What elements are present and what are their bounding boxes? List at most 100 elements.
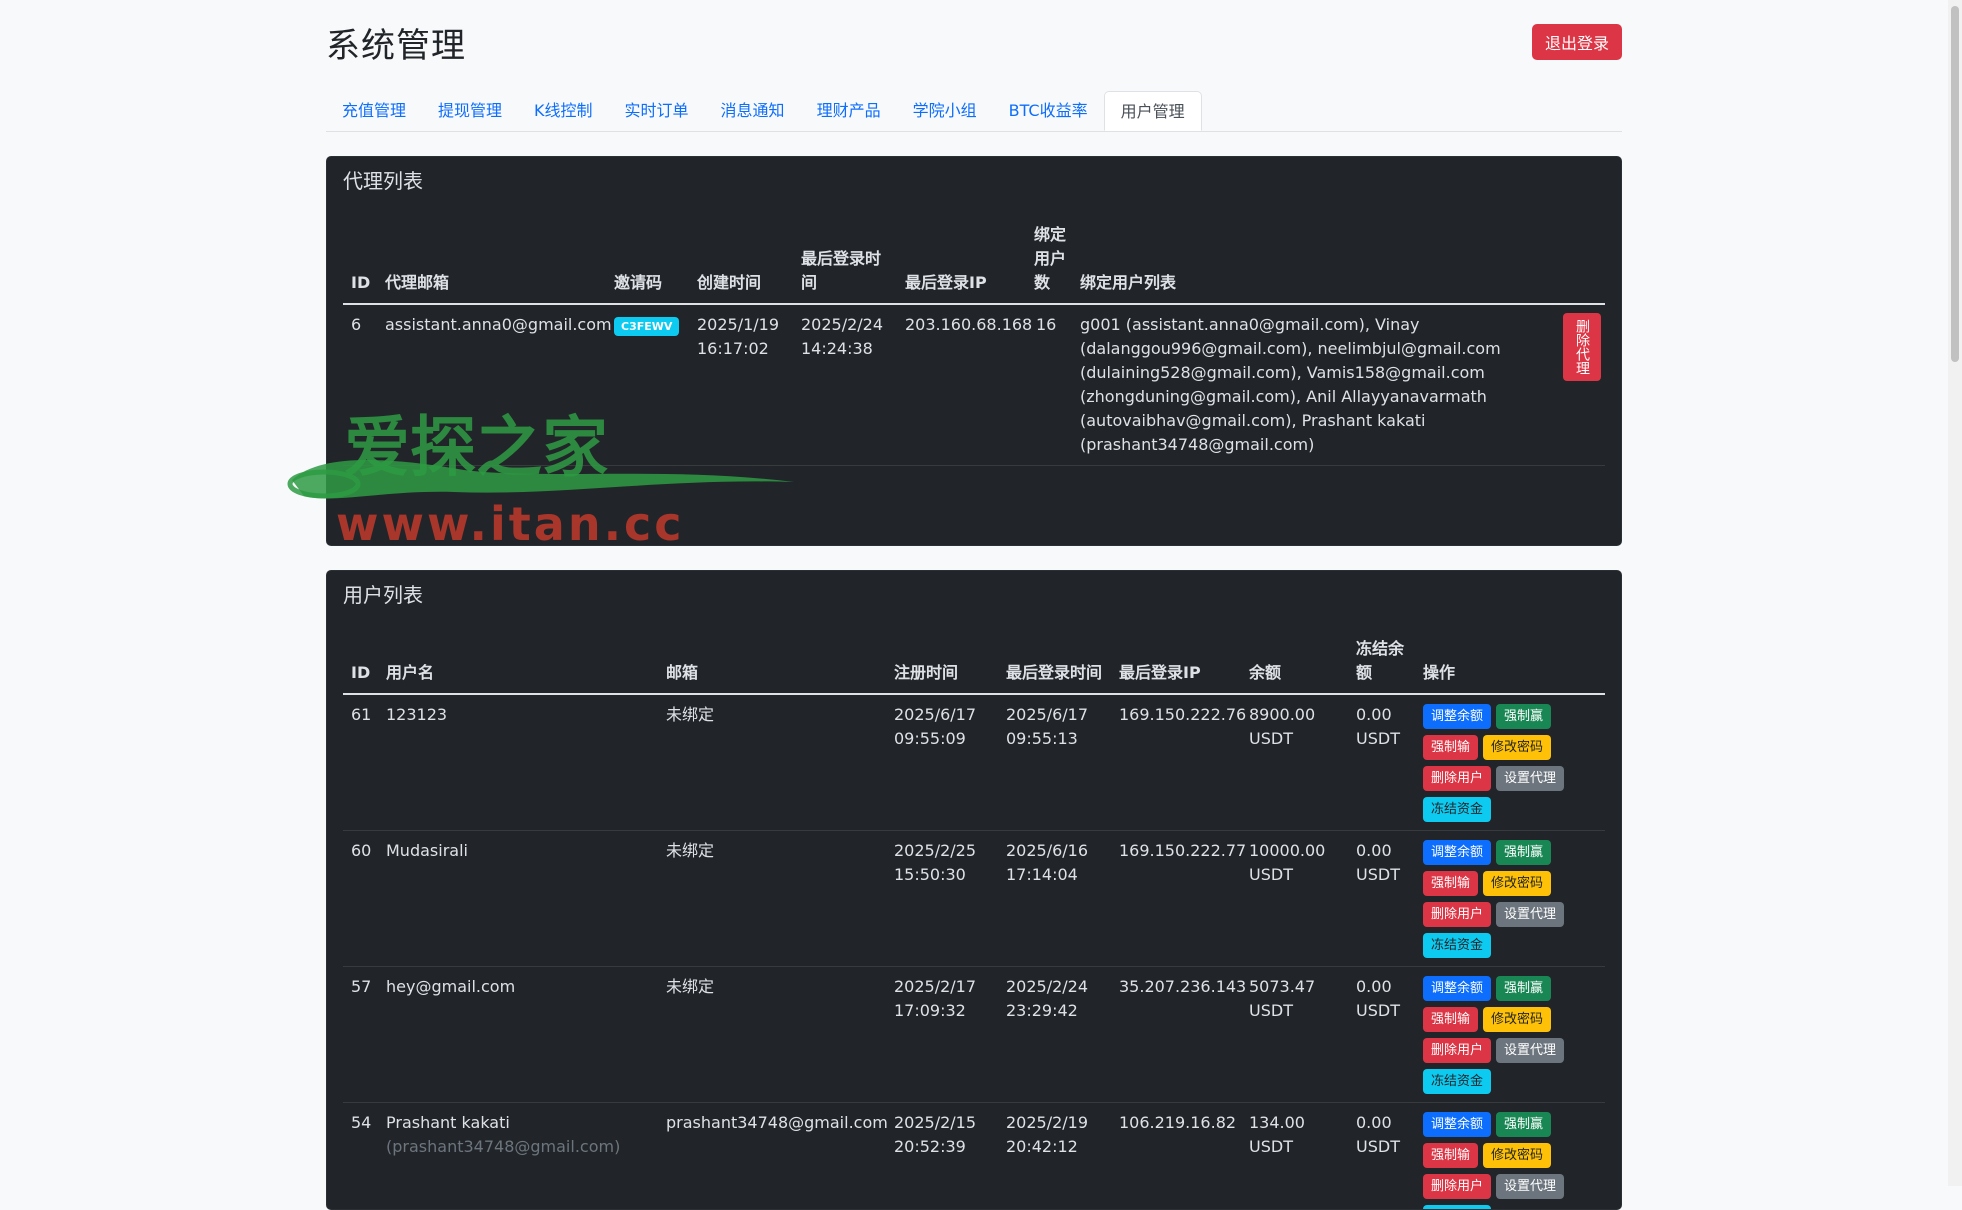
- user-frozen-cell: 0.00USDT: [1348, 967, 1415, 1103]
- user-balance: 5073.47: [1249, 975, 1340, 999]
- user-username: Mudasirali: [386, 839, 650, 863]
- col-id: ID: [343, 219, 377, 304]
- user-login-cell: 2025/6/1617:14:04: [998, 831, 1111, 967]
- force-win-button[interactable]: 强制赢: [1496, 704, 1551, 729]
- delete-agent-button[interactable]: 删除代理: [1563, 313, 1601, 381]
- delete-user-button[interactable]: 删除用户: [1423, 766, 1491, 791]
- vertical-scrollbar[interactable]: [1948, 0, 1962, 1186]
- user-frozen-unit: USDT: [1356, 863, 1407, 887]
- user-username-cell: Prashant kakati(prashant34748@gmail.com): [378, 1103, 658, 1210]
- tab-academy[interactable]: 学院小组: [897, 91, 993, 131]
- set-agent-button[interactable]: 设置代理: [1496, 902, 1564, 927]
- user-login-time: 23:29:42: [1006, 999, 1103, 1023]
- user-email: prashant34748@gmail.com: [658, 1103, 886, 1210]
- adjust-balance-button[interactable]: 调整余额: [1423, 1112, 1491, 1137]
- user-id: 54: [343, 1103, 378, 1210]
- user-login-date: 2025/2/19: [1006, 1111, 1103, 1135]
- agent-last-login-date: 2025/2/24: [801, 313, 889, 337]
- set-agent-button[interactable]: 设置代理: [1496, 766, 1564, 791]
- user-balance-cell: 134.00USDT: [1241, 1103, 1348, 1210]
- agent-bound-list: g001 (assistant.anna0@gmail.com), Vinay …: [1072, 304, 1555, 466]
- delete-user-button[interactable]: 删除用户: [1423, 902, 1491, 927]
- force-lose-button[interactable]: 强制输: [1423, 1143, 1478, 1168]
- user-reg-date: 2025/6/17: [894, 703, 990, 727]
- user-email: 未绑定: [658, 967, 886, 1103]
- freeze-funds-button[interactable]: 冻结资金: [1423, 933, 1491, 958]
- user-frozen-cell: 0.00USDT: [1348, 694, 1415, 831]
- user-username-sub: (prashant34748@gmail.com): [386, 1135, 650, 1159]
- col-register-time: 注册时间: [886, 633, 998, 694]
- tab-recharge[interactable]: 充值管理: [326, 91, 422, 131]
- table-row: 57 hey@gmail.com 未绑定 2025/2/1717:09:32 2…: [343, 967, 1605, 1103]
- change-password-button[interactable]: 修改密码: [1483, 1007, 1551, 1032]
- user-balance: 10000.00: [1249, 839, 1340, 863]
- col-email: 邮箱: [658, 633, 886, 694]
- page-title: 系统管理: [326, 18, 466, 67]
- adjust-balance-button[interactable]: 调整余额: [1423, 976, 1491, 1001]
- agent-table-header: ID 代理邮箱 邀请码 创建时间 最后登录时间 最后登录IP 绑定用户数 绑定用…: [343, 219, 1605, 304]
- freeze-funds-button[interactable]: 冻结资金: [1423, 1205, 1491, 1210]
- user-actions-cell: 调整余额 强制赢 强制输 修改密码 删除用户 设置代理 冻结资金: [1415, 967, 1605, 1103]
- delete-user-button[interactable]: 删除用户: [1423, 1174, 1491, 1199]
- tab-orders[interactable]: 实时订单: [609, 91, 705, 131]
- col-created: 创建时间: [689, 219, 793, 304]
- user-frozen-unit: USDT: [1356, 1135, 1407, 1159]
- force-lose-button[interactable]: 强制输: [1423, 871, 1478, 896]
- table-row: 6 assistant.anna0@gmail.com C3FEWV 2025/…: [343, 304, 1605, 466]
- adjust-balance-button[interactable]: 调整余额: [1423, 704, 1491, 729]
- change-password-button[interactable]: 修改密码: [1483, 1143, 1551, 1168]
- user-email: 未绑定: [658, 831, 886, 967]
- user-reg-date: 2025/2/17: [894, 975, 990, 999]
- col-agent-email: 代理邮箱: [377, 219, 606, 304]
- tab-withdraw[interactable]: 提现管理: [422, 91, 518, 131]
- tab-btc-yield[interactable]: BTC收益率: [993, 91, 1104, 131]
- user-actions: 调整余额 强制赢 强制输 修改密码 删除用户 设置代理 冻结资金: [1423, 975, 1568, 1094]
- change-password-button[interactable]: 修改密码: [1483, 735, 1551, 760]
- tab-notifications[interactable]: 消息通知: [705, 91, 801, 131]
- agent-bound-count: 16: [1028, 304, 1072, 466]
- change-password-button[interactable]: 修改密码: [1483, 871, 1551, 896]
- col-bound-count: 绑定用户数: [1028, 219, 1072, 304]
- user-frozen: 0.00: [1356, 703, 1407, 727]
- user-reg-time: 17:09:32: [894, 999, 990, 1023]
- force-lose-button[interactable]: 强制输: [1423, 1007, 1478, 1032]
- user-reg-date: 2025/2/25: [894, 839, 990, 863]
- user-frozen-unit: USDT: [1356, 999, 1407, 1023]
- delete-user-button[interactable]: 删除用户: [1423, 1038, 1491, 1063]
- freeze-funds-button[interactable]: 冻结资金: [1423, 1069, 1491, 1094]
- tab-kline[interactable]: K线控制: [518, 91, 609, 131]
- col-last-login: 最后登录时间: [998, 633, 1111, 694]
- table-row: 54 Prashant kakati(prashant34748@gmail.c…: [343, 1103, 1605, 1210]
- user-email: 未绑定: [658, 694, 886, 831]
- user-ip: 35.207.236.143: [1111, 967, 1241, 1103]
- agent-list-card: 代理列表 ID 代理邮箱 邀请码 创建时间 最后登录时间 最后登录IP 绑定用户…: [326, 156, 1622, 546]
- user-table: ID 用户名 邮箱 注册时间 最后登录时间 最后登录IP 余额 冻结余额 操作 …: [343, 633, 1605, 1210]
- user-actions: 调整余额 强制赢 强制输 修改密码 删除用户 设置代理 冻结资金: [1423, 1111, 1568, 1210]
- user-frozen: 0.00: [1356, 1111, 1407, 1135]
- force-win-button[interactable]: 强制赢: [1496, 976, 1551, 1001]
- user-username: Prashant kakati: [386, 1111, 650, 1135]
- set-agent-button[interactable]: 设置代理: [1496, 1174, 1564, 1199]
- col-id: ID: [343, 633, 378, 694]
- user-register-cell: 2025/2/2515:50:30: [886, 831, 998, 967]
- scrollbar-thumb[interactable]: [1951, 6, 1959, 362]
- user-frozen-unit: USDT: [1356, 727, 1407, 751]
- col-last-ip: 最后登录IP: [1111, 633, 1241, 694]
- force-win-button[interactable]: 强制赢: [1496, 1112, 1551, 1137]
- user-ip: 169.150.222.76: [1111, 694, 1241, 831]
- force-win-button[interactable]: 强制赢: [1496, 840, 1551, 865]
- user-username: hey@gmail.com: [386, 975, 650, 999]
- user-balance: 134.00: [1249, 1111, 1340, 1135]
- tab-products[interactable]: 理财产品: [801, 91, 897, 131]
- invite-code-badge: C3FEWV: [614, 317, 679, 336]
- user-balance: 8900.00: [1249, 703, 1340, 727]
- logout-button[interactable]: 退出登录: [1532, 24, 1622, 60]
- set-agent-button[interactable]: 设置代理: [1496, 1038, 1564, 1063]
- adjust-balance-button[interactable]: 调整余额: [1423, 840, 1491, 865]
- force-lose-button[interactable]: 强制输: [1423, 735, 1478, 760]
- col-actions: 操作: [1415, 633, 1605, 694]
- freeze-funds-button[interactable]: 冻结资金: [1423, 797, 1491, 822]
- tab-user-management[interactable]: 用户管理: [1104, 91, 1202, 131]
- user-id: 60: [343, 831, 378, 967]
- user-login-date: 2025/6/16: [1006, 839, 1103, 863]
